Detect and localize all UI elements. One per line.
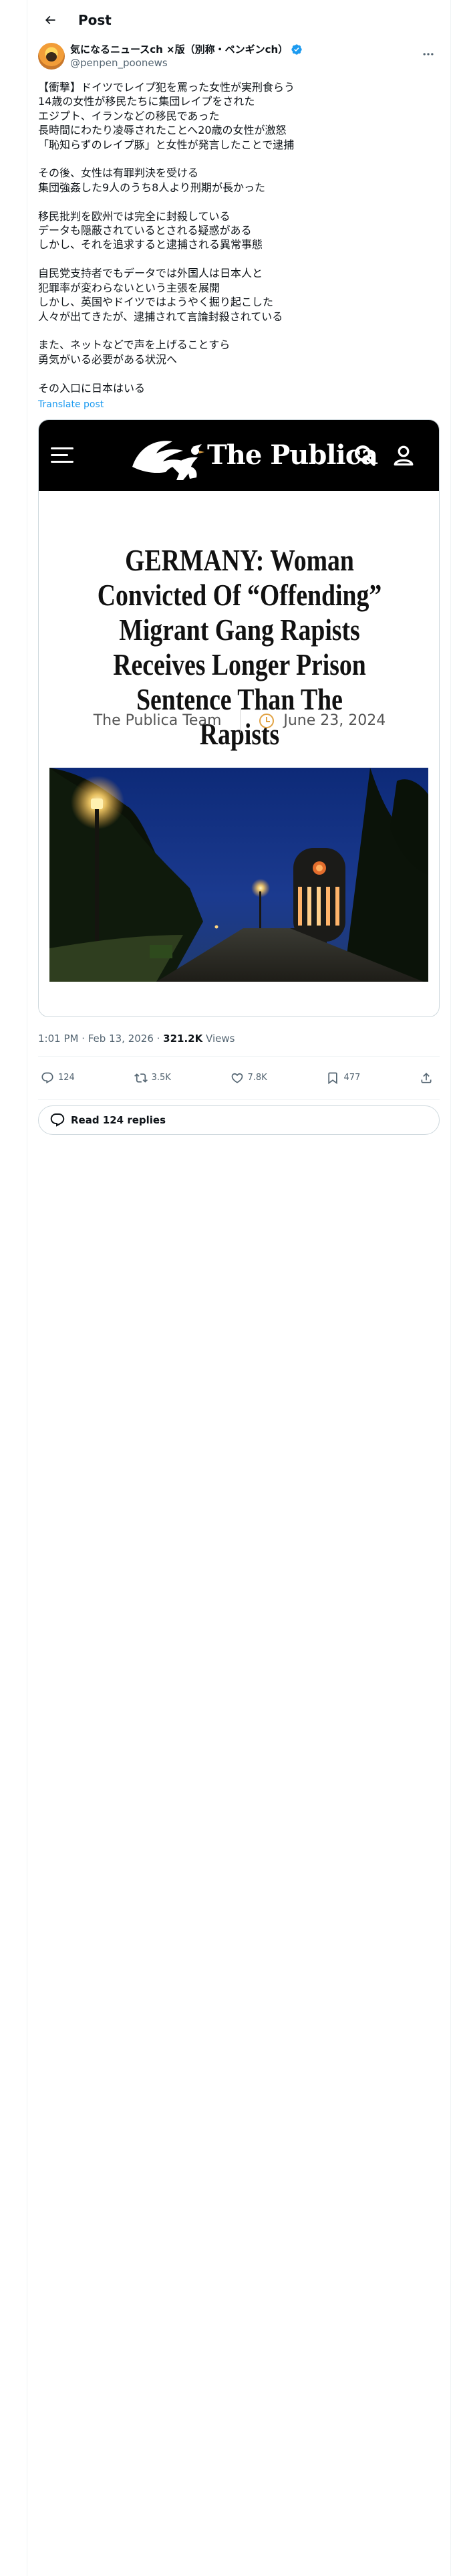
like-count: 7.8K	[247, 1073, 267, 1083]
author-name[interactable]: 気になるニュースch ×版（別称・ペンギンch）	[70, 43, 288, 56]
reply-icon	[41, 1072, 53, 1084]
article-photo	[49, 767, 428, 982]
reply-count: 124	[58, 1073, 75, 1083]
article-meta: The Publica Team June 23, 2024	[39, 708, 439, 734]
user-account-icon	[394, 445, 414, 466]
more-options-button[interactable]	[417, 43, 440, 66]
post-detail: Post 気になるニュースch ×版（別称・ペンギンch） @penpen_po…	[27, 0, 450, 1135]
action-bar: 124 3.5K 7.8K 477	[27, 1062, 450, 1094]
views-label: Views	[202, 1032, 235, 1045]
meta-divider	[240, 708, 241, 733]
verified-badge-icon	[291, 44, 302, 55]
author-row: 気になるニュースch ×版（別称・ペンギンch） @penpen_poonews	[27, 40, 450, 72]
publica-logo-text: The Publica	[207, 439, 378, 471]
post-timestamp: 1:01 PM · Feb 13, 2026 · 321.2K Views	[27, 1017, 450, 1045]
article-date: June 23, 2024	[283, 712, 386, 730]
author-handle[interactable]: @penpen_poonews	[70, 56, 417, 70]
translate-post-link[interactable]: Translate post	[27, 395, 450, 411]
top-bar: Post	[27, 0, 450, 40]
author-info: 気になるニュースch ×版（別称・ペンギンch） @penpen_poonews	[70, 43, 417, 70]
search-icon	[355, 445, 375, 466]
divider	[38, 1055, 440, 1057]
read-replies-button[interactable]: Read 124 replies	[38, 1105, 440, 1135]
like-button[interactable]: 7.8K	[231, 1071, 267, 1085]
post-time-date[interactable]: 1:01 PM · Feb 13, 2026 ·	[38, 1033, 163, 1045]
back-arrow-icon	[45, 15, 55, 25]
article-byline: The Publica Team	[93, 712, 222, 730]
link-card[interactable]: The Publica GERMANY: Woman Convicted Of …	[38, 419, 440, 1017]
bookmark-icon	[328, 1072, 338, 1085]
heart-icon	[231, 1073, 243, 1083]
night-park-photo	[49, 767, 428, 982]
publica-logo: The Publica	[126, 427, 378, 484]
view-count: 321.2K	[163, 1032, 203, 1045]
avatar[interactable]	[38, 43, 65, 70]
author-name-row: 気になるニュースch ×版（別称・ペンギンch）	[70, 43, 417, 56]
post-text: 【衝撃】ドイツでレイプ犯を罵った女性が実刑食らう 14歳の女性が移民たちに集団レ…	[38, 81, 295, 395]
reply-button[interactable]: 124	[41, 1071, 75, 1085]
clock-icon	[259, 713, 275, 728]
repost-icon	[134, 1073, 148, 1083]
read-replies-label: Read 124 replies	[71, 1113, 166, 1126]
share-button[interactable]	[420, 1071, 437, 1085]
speech-bubble-icon	[50, 1113, 65, 1127]
bookmark-button[interactable]: 477	[326, 1071, 360, 1085]
publica-header: The Publica	[39, 419, 439, 491]
article-date-group: June 23, 2024	[259, 712, 386, 729]
bookmark-count: 477	[343, 1073, 361, 1083]
more-dots-icon	[423, 53, 434, 56]
back-button[interactable]	[38, 8, 62, 32]
repost-count: 3.5K	[151, 1073, 171, 1083]
repost-button[interactable]: 3.5K	[134, 1071, 171, 1085]
hamburger-menu-icon	[51, 444, 73, 467]
share-icon	[421, 1073, 432, 1083]
divider	[38, 1099, 440, 1100]
page-title: Post	[78, 12, 112, 28]
griffin-logo-icon	[132, 441, 204, 480]
